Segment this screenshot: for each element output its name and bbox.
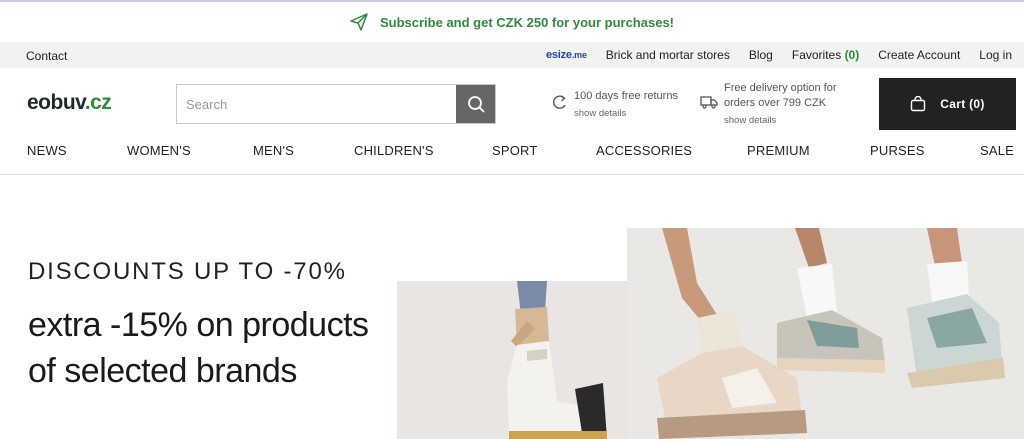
- utility-bar: Contact esize.me Brick and mortar stores…: [0, 42, 1024, 68]
- site-logo[interactable]: eobuv.cz: [27, 91, 112, 115]
- nav-item-sport[interactable]: SPORT: [492, 143, 538, 158]
- hero-image-sneaker-left[interactable]: [397, 281, 653, 439]
- esize-suffix: .me: [571, 50, 587, 60]
- hero-title[interactable]: extra -15% on products of selected brand…: [28, 302, 378, 394]
- logo-main: eobuv: [27, 91, 85, 114]
- delivery-details-link[interactable]: show details: [724, 113, 864, 128]
- utility-links: esize.me Brick and mortar stores Blog Fa…: [546, 42, 1012, 68]
- paper-plane-icon: [350, 13, 368, 31]
- hero-image-sneakers-right[interactable]: [627, 228, 1024, 439]
- favorites-link[interactable]: Favorites (0): [792, 48, 859, 62]
- cart-label-group: Cart (0): [940, 97, 984, 111]
- return-arrow-icon: [550, 95, 568, 109]
- nav-item-childrens[interactable]: CHILDREN'S: [354, 143, 434, 158]
- nav-item-purses[interactable]: PURSES: [870, 143, 925, 158]
- nav-item-sale[interactable]: SALE: [980, 143, 1014, 158]
- returns-title: 100 days free returns: [574, 90, 678, 102]
- nav-item-news[interactable]: NEWS: [27, 143, 67, 158]
- esize-text: esize: [545, 49, 572, 61]
- nav-item-accessories[interactable]: ACCESSORIES: [596, 143, 692, 158]
- nav-item-mens[interactable]: MEN'S: [253, 143, 294, 158]
- cart-count: (0): [969, 97, 985, 111]
- main-nav: NEWS WOMEN'S MEN'S CHILDREN'S SPORT ACCE…: [0, 139, 1024, 163]
- nav-item-womens[interactable]: WOMEN'S: [127, 143, 191, 158]
- search-icon: [467, 95, 485, 113]
- favorites-label: Favorites: [791, 48, 842, 62]
- truck-icon: [700, 95, 718, 109]
- blog-link[interactable]: Blog: [749, 48, 773, 62]
- login-link[interactable]: Log in: [979, 48, 1012, 62]
- bag-icon: [910, 96, 926, 112]
- hero-eyebrow: DISCOUNTS UP TO -70%: [28, 258, 347, 285]
- delivery-title: Free delivery option for orders over 799…: [724, 82, 837, 109]
- logo-tld: .cz: [84, 91, 112, 114]
- esize-logo[interactable]: esize.me: [546, 49, 587, 61]
- cart-label: Cart: [940, 97, 966, 111]
- favorites-count: (0): [844, 48, 860, 62]
- returns-details-link[interactable]: show details: [574, 106, 678, 121]
- create-account-link[interactable]: Create Account: [878, 48, 960, 62]
- search-input[interactable]: [177, 85, 456, 123]
- nav-item-premium[interactable]: PREMIUM: [747, 143, 810, 158]
- stores-link[interactable]: Brick and mortar stores: [606, 48, 730, 62]
- contact-link[interactable]: Contact: [26, 49, 67, 63]
- search-box: [176, 84, 496, 124]
- search-button[interactable]: [456, 85, 495, 123]
- promo-text: Subscribe and get CZK 250 for your purch…: [379, 14, 675, 30]
- cart-button[interactable]: Cart (0): [879, 78, 1016, 130]
- promo-bar[interactable]: Subscribe and get CZK 250 for your purch…: [0, 2, 1024, 42]
- nav-divider: [0, 174, 1024, 175]
